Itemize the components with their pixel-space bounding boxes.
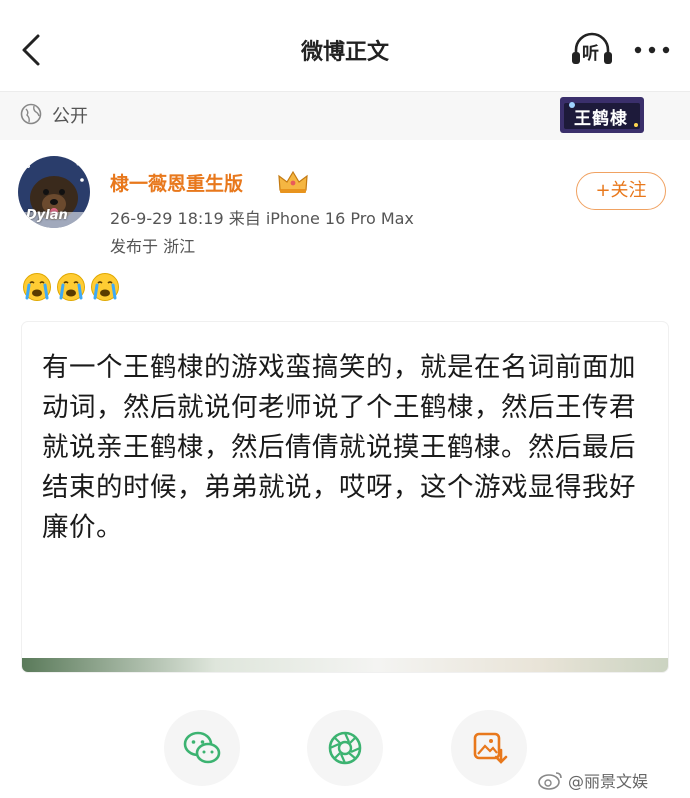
listen-button[interactable]: 听 [568, 30, 616, 70]
wechat-icon [183, 731, 221, 764]
avatar-text: Dylan [26, 208, 68, 223]
top-nav-bar: 微博正文 听 [0, 0, 690, 90]
more-dots-icon [634, 46, 670, 54]
weibo-logo-icon [538, 772, 562, 790]
crying-face-icon [57, 273, 85, 301]
visibility-row: 公开 王鹤棣 [0, 91, 690, 140]
sticker-text: 王鹤棣 [574, 109, 628, 129]
visibility-label: 公开 [52, 106, 88, 127]
post-location: 发布于 浙江 [110, 237, 196, 256]
emoji-row [22, 272, 120, 308]
crying-face-icon [91, 273, 119, 301]
image-text: 有一个王鹤棣的游戏蛮搞笑的，就是在名词前面加动词，然后就说何老师说了个王鹤棣，然… [42, 352, 636, 543]
share-wechat-button[interactable] [164, 710, 240, 786]
globe-icon [20, 103, 42, 125]
promo-sticker[interactable]: 王鹤棣 [558, 95, 646, 135]
image-photo-strip [22, 658, 668, 672]
moments-icon [328, 731, 362, 765]
avatar[interactable]: Dylan [18, 156, 90, 228]
post-image[interactable]: 有一个王鹤棣的游戏蛮搞笑的，就是在名词前面加动词，然后就说何老师说了个王鹤棣，然… [22, 322, 668, 672]
more-options-button[interactable] [630, 36, 674, 64]
username-link[interactable]: 棣一薇恩重生版 [110, 169, 243, 196]
follow-button[interactable]: +关注 [576, 172, 666, 210]
crying-face-icon [23, 273, 51, 301]
save-image-icon [473, 732, 508, 764]
post-meta: 26-9-29 18:19 来自 iPhone 16 Pro Max [110, 209, 414, 228]
share-moments-button[interactable] [307, 710, 383, 786]
crown-badge-icon[interactable] [276, 168, 310, 196]
watermark-text: @丽景文娱 [568, 772, 649, 791]
save-image-button[interactable] [451, 710, 527, 786]
watermark: @丽景文娱 [538, 768, 648, 792]
listen-label: 听 [582, 44, 599, 64]
